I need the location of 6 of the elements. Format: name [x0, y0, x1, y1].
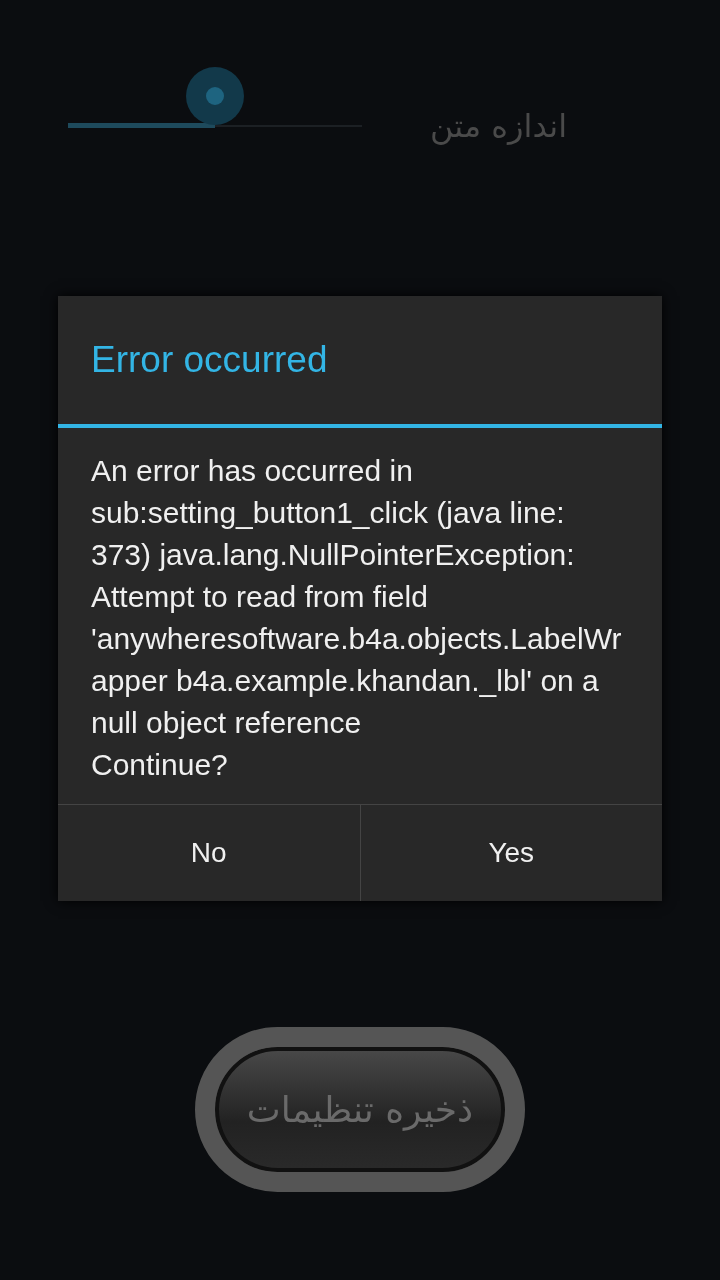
dialog-button[interactable]: No [58, 805, 360, 901]
continue-question: Continue? [91, 747, 229, 783]
error-message: An error has occurred in sub:setting_button1_click (java line: 373) java.lang.NullPointerException: Attempt to read from field 'anywheresoftware.b4a.objects.LabelWrapper b4a.example.khandan._lbl' on a null object reference [91, 453, 623, 741]
text-size-label: اندازه متن [430, 107, 568, 145]
dialog-title: Error occurred [90, 338, 329, 382]
dialog-button[interactable]: Yes [359, 805, 662, 901]
